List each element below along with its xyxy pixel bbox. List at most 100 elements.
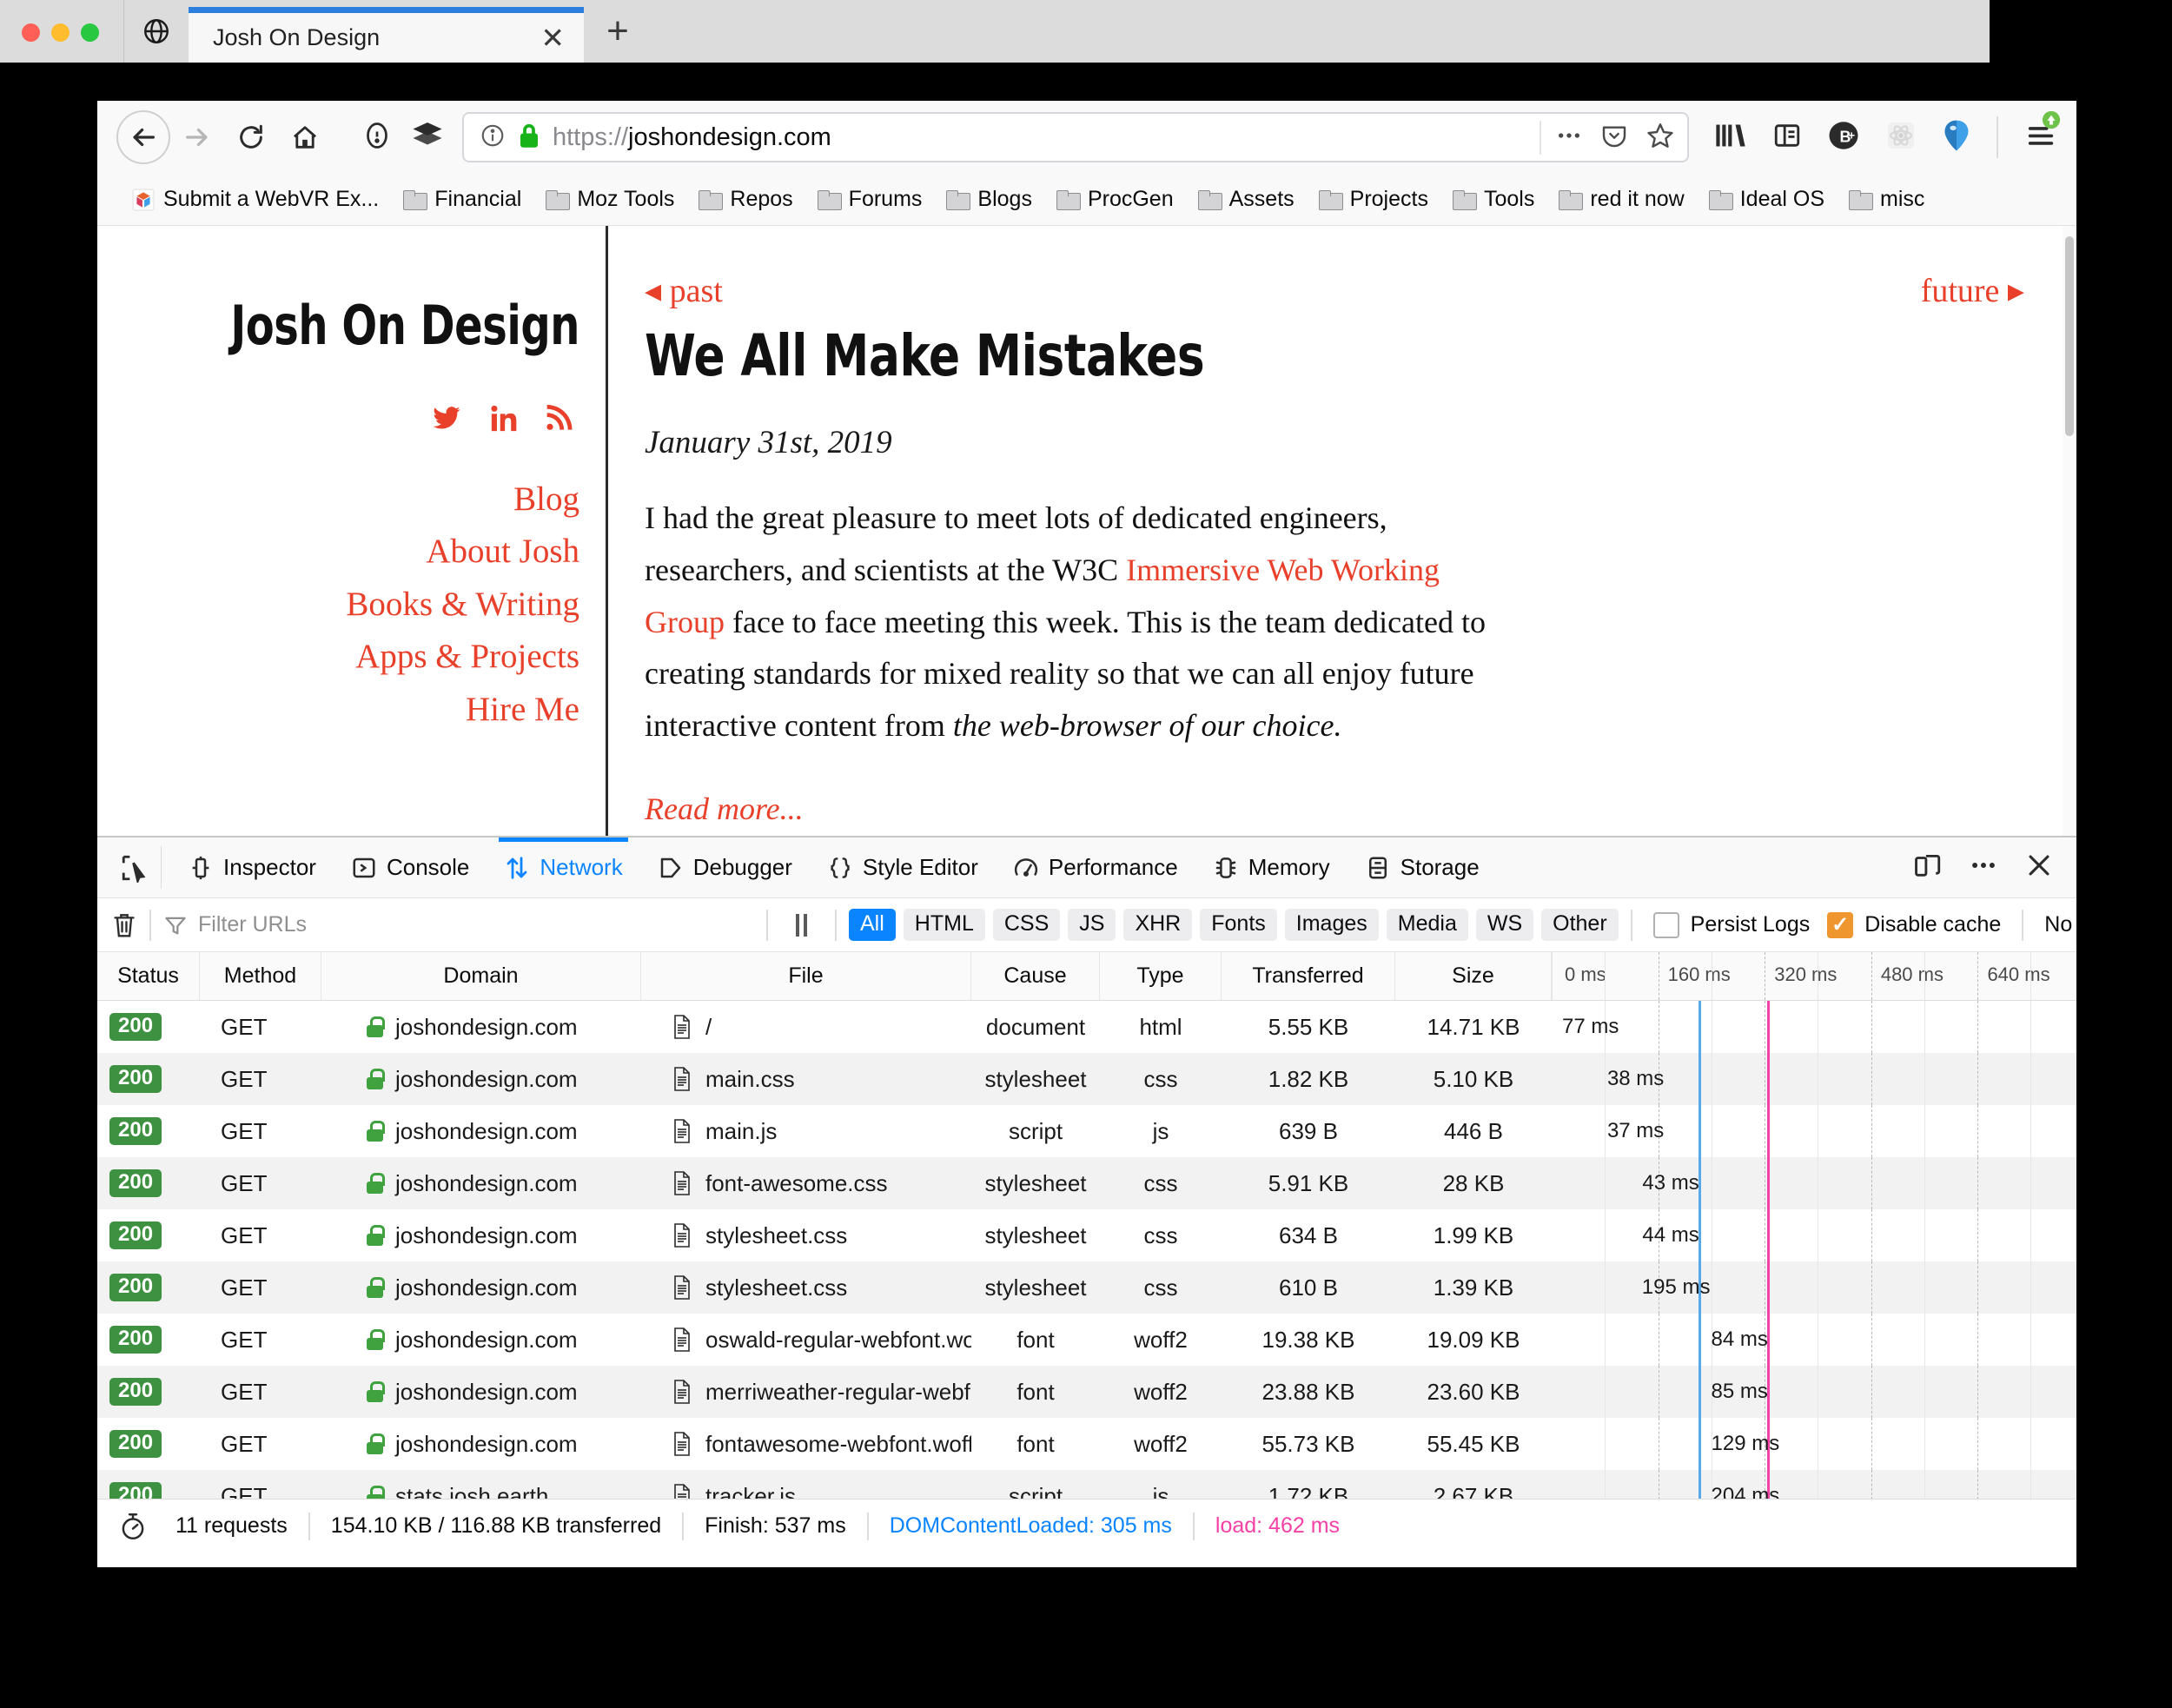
throttling-dropdown[interactable]: No throttling ▲▼ bbox=[2036, 911, 2076, 937]
site-info-icon[interactable] bbox=[480, 122, 506, 153]
filter-chip-xhr[interactable]: XHR bbox=[1123, 909, 1193, 941]
sidebar-item-about-josh[interactable]: About Josh bbox=[97, 526, 579, 578]
bookmark-item[interactable]: Financial bbox=[391, 187, 533, 212]
element-picker-icon[interactable] bbox=[108, 846, 162, 889]
tab-network[interactable]: Network bbox=[487, 837, 639, 897]
url-text[interactable]: https://joshondesign.com bbox=[553, 123, 1527, 152]
responsive-design-mode-icon[interactable] bbox=[1913, 851, 1943, 884]
table-row[interactable]: 200 GET joshondesign.com main.css styleshee… bbox=[97, 1053, 2076, 1105]
tab-debugger[interactable]: Debugger bbox=[640, 837, 810, 897]
bookmark-item[interactable]: red it now bbox=[1546, 187, 1696, 212]
tab-storage[interactable]: Storage bbox=[1348, 837, 1497, 897]
column-header-size[interactable]: Size bbox=[1395, 952, 1552, 1000]
sidebar-item-apps-projects[interactable]: Apps & Projects bbox=[97, 631, 579, 683]
filter-chip-js[interactable]: JS bbox=[1068, 909, 1116, 941]
bookmark-item[interactable]: Repos bbox=[686, 187, 805, 212]
page-actions-icon[interactable] bbox=[1555, 122, 1583, 154]
bookmark-item[interactable]: Ideal OS bbox=[1697, 187, 1837, 212]
bookmark-item[interactable]: Blogs bbox=[934, 187, 1044, 212]
table-row[interactable]: 200 GET joshondesign.com stylesheet.css sty… bbox=[97, 1261, 2076, 1314]
read-more-link[interactable]: Read more... bbox=[645, 791, 2024, 827]
column-header-transferred[interactable]: Transferred bbox=[1222, 952, 1395, 1000]
future-link[interactable]: future ▸ bbox=[1921, 271, 2024, 310]
filter-chip-media[interactable]: Media bbox=[1386, 909, 1468, 941]
twitter-icon[interactable] bbox=[430, 404, 463, 434]
column-header-cause[interactable]: Cause bbox=[971, 952, 1100, 1000]
globe-icon[interactable] bbox=[123, 0, 189, 63]
table-row[interactable]: 200 GET joshondesign.com / document html 5.55… bbox=[97, 1001, 2076, 1053]
pause-icon[interactable] bbox=[780, 913, 823, 937]
filter-chip-css[interactable]: CSS bbox=[992, 909, 1061, 941]
devtools-options-icon[interactable] bbox=[1969, 851, 1998, 884]
table-row[interactable]: 200 GET joshondesign.com fontawesome-webfo… bbox=[97, 1418, 2076, 1470]
checkbox-box[interactable] bbox=[1652, 911, 1679, 938]
tab-performance[interactable]: Performance bbox=[996, 837, 1195, 897]
tab-inspector[interactable]: Inspector bbox=[170, 837, 334, 897]
page-scrollbar[interactable] bbox=[2063, 226, 2076, 836]
bookmark-item[interactable]: ProcGen bbox=[1044, 187, 1186, 212]
table-row[interactable]: 200 GET joshondesign.com main.js script js 63… bbox=[97, 1105, 2076, 1157]
new-tab-button[interactable]: + bbox=[584, 0, 652, 63]
sidebar-item-books-writing[interactable]: Books & Writing bbox=[97, 579, 579, 631]
react-devtools-icon[interactable] bbox=[1885, 120, 1917, 156]
column-header-domain[interactable]: Domain bbox=[321, 952, 641, 1000]
column-header-type[interactable]: Type bbox=[1100, 952, 1222, 1000]
filter-chip-other[interactable]: Other bbox=[1541, 909, 1619, 941]
tab-memory[interactable]: Memory bbox=[1195, 837, 1348, 897]
table-row[interactable]: 200 GET joshondesign.com oswald-regular-we… bbox=[97, 1314, 2076, 1366]
maximize-window-button[interactable] bbox=[81, 23, 99, 42]
library-icon[interactable] bbox=[1715, 121, 1746, 155]
close-icon[interactable]: ✕ bbox=[540, 23, 565, 52]
column-header-method[interactable]: Method bbox=[200, 952, 321, 1000]
persist-logs-checkbox[interactable]: Persist Logs bbox=[1645, 911, 1819, 938]
extension-icon[interactable] bbox=[1943, 119, 1970, 156]
filter-chip-html[interactable]: HTML bbox=[903, 909, 985, 941]
table-row[interactable]: 200 GET joshondesign.com stylesheet.css sty… bbox=[97, 1209, 2076, 1261]
table-row[interactable]: 200 GET joshondesign.com merriweather-regu… bbox=[97, 1366, 2076, 1418]
back-arrow-icon[interactable] bbox=[116, 110, 170, 164]
filter-chip-all[interactable]: All bbox=[849, 909, 896, 941]
filter-chip-images[interactable]: Images bbox=[1284, 909, 1379, 941]
past-link[interactable]: ◂ past bbox=[645, 271, 723, 310]
checkbox-box[interactable] bbox=[1827, 911, 1854, 938]
table-row[interactable]: 200 GET stats.josh.earth tracker.js script j… bbox=[97, 1470, 2076, 1499]
page-info-icon[interactable] bbox=[361, 120, 393, 156]
browser-tab[interactable]: Josh On Design ✕ bbox=[189, 7, 584, 63]
column-header-file[interactable]: File bbox=[641, 952, 971, 1000]
tab-console[interactable]: Console bbox=[334, 837, 487, 897]
bookmark-item[interactable]: misc bbox=[1837, 187, 1937, 212]
sidebar-icon[interactable] bbox=[1772, 121, 1802, 155]
sidebar-item-blog[interactable]: Blog bbox=[97, 473, 579, 526]
pocket-icon[interactable] bbox=[1600, 122, 1628, 154]
close-window-button[interactable] bbox=[22, 23, 40, 42]
rss-icon[interactable] bbox=[545, 404, 573, 434]
reload-icon[interactable] bbox=[224, 110, 278, 164]
padlock-icon[interactable] bbox=[518, 122, 540, 153]
star-icon[interactable] bbox=[1646, 121, 1675, 155]
minimize-window-button[interactable] bbox=[51, 23, 70, 42]
column-header-status[interactable]: Status bbox=[97, 952, 200, 1000]
bookmark-item[interactable]: Tools bbox=[1440, 187, 1546, 212]
sidebar-item-hire-me[interactable]: Hire Me bbox=[97, 684, 579, 736]
bookmark-item[interactable]: Forums bbox=[805, 187, 935, 212]
forward-arrow-icon[interactable] bbox=[170, 110, 224, 164]
bookmark-item[interactable]: Submit a WebVR Ex... bbox=[120, 187, 391, 212]
url-bar[interactable]: https://joshondesign.com bbox=[462, 112, 1689, 162]
home-icon[interactable] bbox=[278, 110, 332, 164]
stopwatch-icon[interactable] bbox=[111, 1512, 155, 1541]
filter-chip-ws[interactable]: WS bbox=[1475, 909, 1534, 941]
scrollbar-thumb[interactable] bbox=[2065, 236, 2074, 436]
bitwarden-icon[interactable]: B + bbox=[1828, 120, 1859, 156]
trash-icon[interactable] bbox=[111, 911, 137, 939]
filter-chip-fonts[interactable]: Fonts bbox=[1200, 909, 1277, 941]
table-row[interactable]: 200 GET joshondesign.com font-awesome.css s… bbox=[97, 1157, 2076, 1209]
tab-style-editor[interactable]: Style Editor bbox=[810, 837, 996, 897]
bookmark-item[interactable]: Moz Tools bbox=[533, 187, 686, 212]
bookmark-item[interactable]: Projects bbox=[1307, 187, 1440, 212]
close-devtools-icon[interactable] bbox=[2024, 851, 2054, 884]
search-input[interactable]: Filter URLs bbox=[163, 912, 754, 937]
hamburger-menu-icon[interactable] bbox=[2024, 110, 2061, 155]
containers-icon[interactable] bbox=[412, 122, 443, 153]
linkedin-icon[interactable] bbox=[489, 404, 519, 434]
bookmark-item[interactable]: Assets bbox=[1186, 187, 1307, 212]
